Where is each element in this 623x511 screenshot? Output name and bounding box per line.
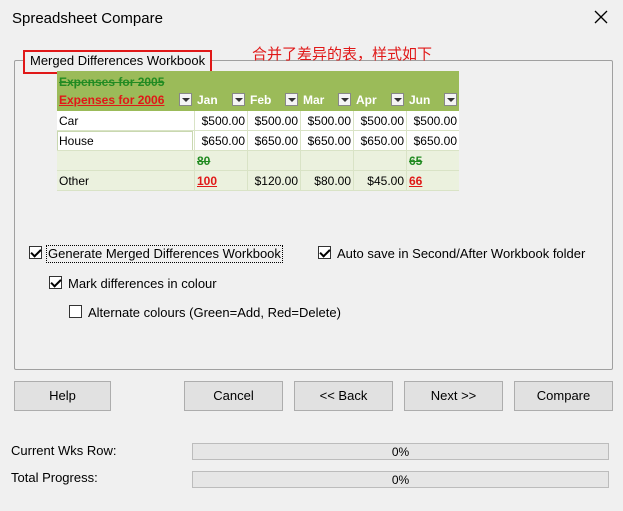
table-cell: $500.00: [307, 114, 351, 128]
compare-button[interactable]: Compare: [514, 381, 613, 411]
alternate-colours-checkbox[interactable]: [69, 305, 82, 318]
mark-differences-label[interactable]: Mark differences in colour: [68, 276, 217, 292]
table-cell: $45.00: [367, 174, 404, 188]
current-row-label: Current Wks Row:: [11, 443, 117, 458]
generate-merged-label[interactable]: Generate Merged Differences Workbook: [46, 245, 283, 263]
mark-differences-checkbox[interactable]: [49, 276, 62, 289]
merged-workbook-preview: Expenses for 2005 Expenses for 2006 Jan …: [57, 71, 459, 191]
help-button[interactable]: Help: [14, 381, 111, 411]
table-cell: $650.00: [413, 134, 457, 148]
table-cell: $650.00: [201, 134, 245, 148]
alternate-colours-label[interactable]: Alternate colours (Green=Add, Red=Delete…: [88, 305, 341, 321]
row-label-car: Car: [59, 114, 79, 128]
filter-dropdown-icon[interactable]: [338, 93, 351, 106]
filter-dropdown-icon[interactable]: [444, 93, 457, 106]
header-old-title: Expenses for 2005: [59, 75, 165, 89]
month-header-feb: Feb: [250, 93, 272, 107]
month-header-apr: Apr: [356, 93, 377, 107]
window-title: Spreadsheet Compare: [12, 10, 163, 27]
row-label-other: Other: [59, 174, 90, 188]
table-cell: $120.00: [254, 174, 298, 188]
month-header-jan: Jan: [197, 93, 218, 107]
generate-merged-checkbox[interactable]: [29, 246, 42, 259]
new-value-jan: 100: [197, 174, 218, 188]
filter-dropdown-icon[interactable]: [232, 93, 245, 106]
old-value-jan: 80: [197, 154, 211, 168]
table-cell: $650.00: [254, 134, 298, 148]
new-value-jun: 66: [409, 174, 423, 188]
month-header-jun: Jun: [409, 93, 431, 107]
filter-dropdown-icon[interactable]: [285, 93, 298, 106]
close-icon[interactable]: [592, 8, 610, 26]
back-button[interactable]: << Back: [294, 381, 393, 411]
total-progress-label: Total Progress:: [11, 470, 98, 485]
total-progress-bar: 0%: [192, 471, 609, 488]
table-cell: $80.00: [314, 174, 351, 188]
header-new-title: Expenses for 2006: [59, 93, 165, 107]
filter-dropdown-icon[interactable]: [179, 93, 192, 106]
auto-save-checkbox[interactable]: [318, 246, 331, 259]
auto-save-label[interactable]: Auto save in Second/After Workbook folde…: [337, 246, 585, 262]
row-label-house: House: [59, 134, 94, 148]
table-cell: $500.00: [201, 114, 245, 128]
table-cell: $500.00: [254, 114, 298, 128]
table-cell: $500.00: [413, 114, 457, 128]
annotation-note: 合并了差异的表，样式如下: [252, 46, 433, 63]
current-row-progress-bar: 0%: [192, 443, 609, 460]
cancel-button[interactable]: Cancel: [184, 381, 283, 411]
table-cell: $650.00: [360, 134, 404, 148]
month-header-mar: Mar: [303, 93, 325, 107]
filter-dropdown-icon[interactable]: [391, 93, 404, 106]
old-value-jun: 65: [409, 154, 423, 168]
current-row-progress-text: 0%: [391, 445, 410, 459]
table-cell: $500.00: [360, 114, 404, 128]
next-button[interactable]: Next >>: [404, 381, 503, 411]
table-cell: $650.00: [307, 134, 351, 148]
total-progress-text: 0%: [391, 473, 410, 487]
table-row: [57, 151, 459, 171]
